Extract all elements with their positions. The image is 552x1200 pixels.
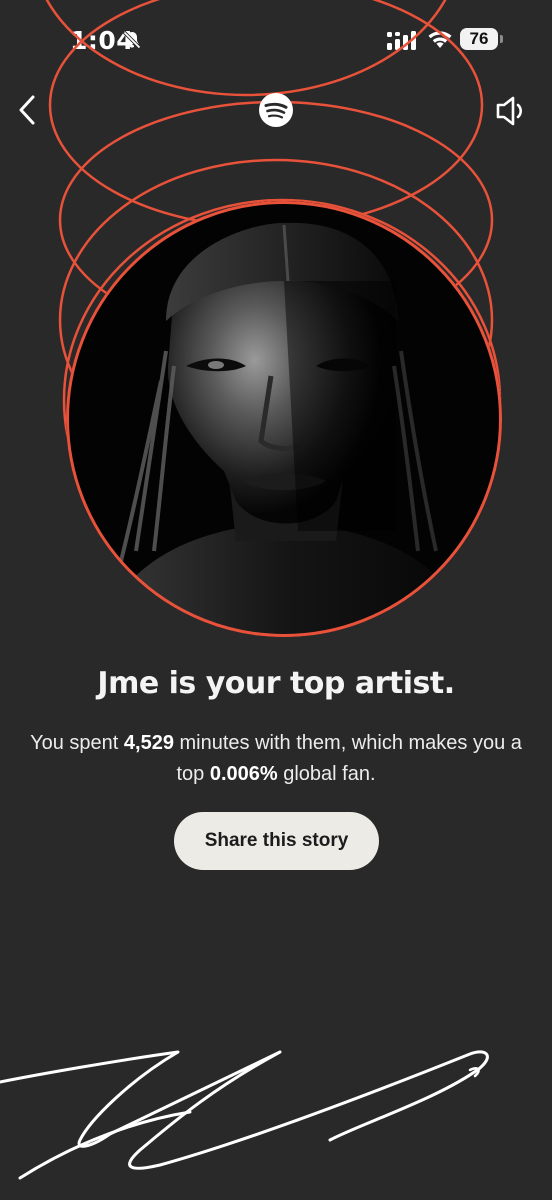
spotify-logo-icon (259, 93, 293, 127)
percent-value: 0.006% (209, 763, 278, 785)
headline: Jme is your top artist. (97, 666, 455, 701)
speaker-muted-icon[interactable] (494, 94, 528, 128)
listening-summary: You spent 4,529 minutes with them, which… (20, 728, 532, 790)
chevron-left-icon[interactable] (14, 92, 44, 128)
artist-photo (66, 201, 502, 637)
share-story-button[interactable]: Share this story (174, 812, 379, 870)
ring-1 (45, 0, 447, 97)
summary-prefix: You spent (30, 732, 124, 754)
decorative-squiggle (0, 1050, 489, 1180)
minutes-value: 4,529 (123, 732, 174, 754)
artist-portrait-illustration (66, 201, 502, 637)
summary-suffix: global fan. (277, 763, 376, 785)
